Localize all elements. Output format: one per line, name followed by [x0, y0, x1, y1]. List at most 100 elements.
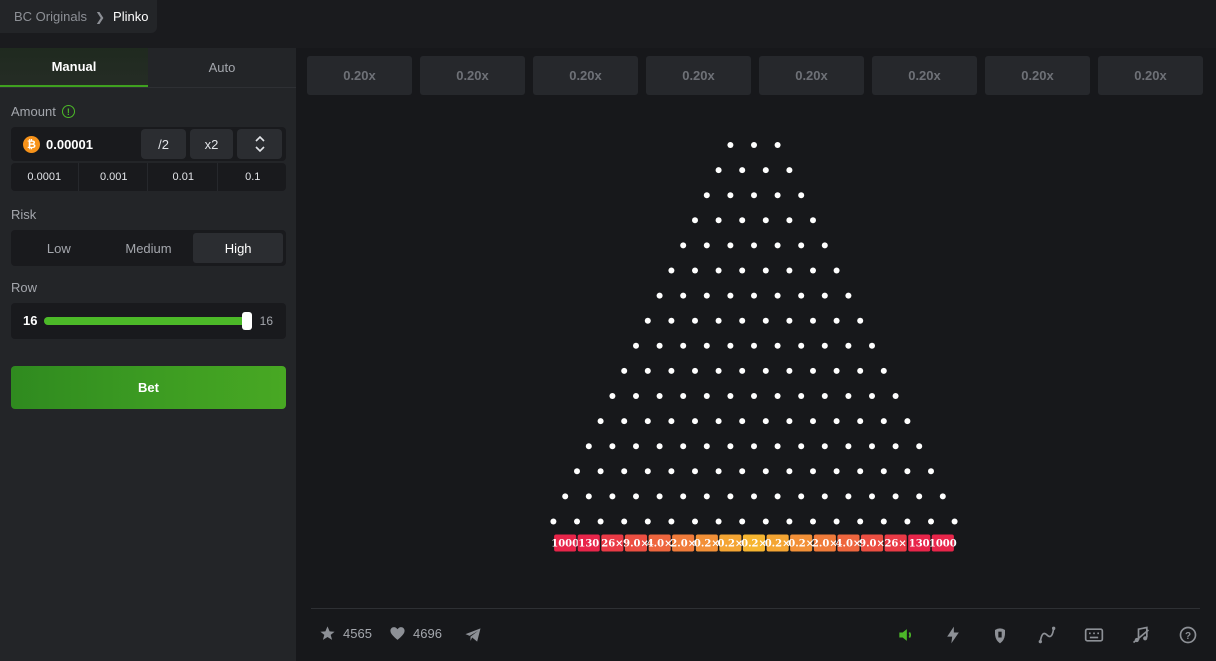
peg: [798, 192, 805, 199]
peg: [798, 342, 805, 349]
peg: [656, 342, 663, 349]
peg: [869, 443, 875, 450]
peg: [727, 242, 734, 249]
peg: [739, 468, 746, 475]
peg: [703, 192, 710, 199]
multiplier-bucket: 2.0×: [812, 534, 838, 552]
shield-fairness-icon[interactable]: [990, 625, 1010, 645]
peg: [739, 518, 746, 525]
bet-button[interactable]: Bet: [11, 366, 286, 409]
chevron-up-down-icon: [254, 135, 265, 153]
peg: [951, 518, 958, 525]
peg: [751, 493, 757, 500]
peg: [762, 468, 769, 475]
peg: [786, 418, 793, 425]
risk-high[interactable]: High: [193, 233, 284, 263]
help-icon[interactable]: ?: [1178, 625, 1198, 645]
peg: [692, 267, 698, 274]
peg: [703, 292, 710, 299]
multiplier-bucket: 4.0×: [836, 534, 861, 552]
preset-chip[interactable]: 0.01: [150, 163, 218, 191]
bitcoin-icon: ₿: [23, 136, 40, 153]
peg: [833, 468, 840, 475]
history-result: 0.20x: [759, 56, 864, 95]
amount-input[interactable]: ₿ 0.00001 /2 x2: [11, 127, 286, 161]
row-slider-fill: [44, 317, 252, 325]
keyboard-icon[interactable]: [1084, 625, 1104, 645]
peg: [668, 317, 675, 324]
peg: [633, 393, 639, 399]
bucket-multiplier: 0.2×: [741, 539, 767, 550]
trend-chart-icon[interactable]: [1037, 625, 1057, 645]
music-off-icon[interactable]: [1131, 625, 1151, 645]
peg: [680, 493, 687, 500]
bucket-multiplier: 26×: [601, 539, 623, 550]
peg: [680, 342, 687, 349]
peg: [869, 393, 875, 399]
peg: [703, 242, 710, 249]
peg: [786, 367, 793, 374]
tab-auto[interactable]: Auto: [148, 48, 296, 87]
bucket-multiplier: 130: [909, 539, 930, 550]
multiplier-bucket: 2.0×: [670, 534, 696, 552]
double-button[interactable]: x2: [190, 129, 233, 159]
peg: [833, 267, 840, 274]
peg: [692, 418, 698, 425]
peg: [810, 317, 816, 324]
row-slider-handle[interactable]: [242, 312, 252, 330]
peg: [574, 468, 580, 475]
peg: [845, 443, 852, 450]
amount-label-row: Amount !: [11, 104, 75, 119]
amount-value[interactable]: 0.00001: [46, 137, 93, 152]
peg: [904, 518, 911, 525]
peg: [585, 443, 592, 450]
peg: [739, 418, 746, 425]
bucket-multiplier: 0.2×: [694, 539, 720, 550]
peg: [810, 418, 816, 425]
peg: [739, 367, 746, 374]
adjust-range-button[interactable]: [237, 129, 282, 159]
lightning-icon[interactable]: [943, 625, 963, 645]
history-result: 0.20x: [1098, 56, 1203, 95]
preset-chip[interactable]: 0.0001: [11, 163, 79, 191]
likes-stat[interactable]: 4696: [389, 625, 442, 642]
peg: [774, 393, 781, 399]
bucket-multiplier: 2.0×: [812, 539, 838, 550]
info-icon[interactable]: !: [61, 105, 75, 118]
bet-panel: Manual Auto Amount ! ₿ 0.00001 /2 x2 0.0…: [0, 48, 296, 661]
chevron-right-icon: ❯: [94, 9, 106, 24]
preset-chip[interactable]: 0.1: [220, 163, 287, 191]
favorites-stat[interactable]: 4565: [319, 625, 372, 642]
peg: [692, 317, 698, 324]
row-slider-track[interactable]: [44, 312, 252, 330]
peg: [644, 468, 651, 475]
peg: [739, 267, 746, 274]
peg: [892, 443, 899, 450]
peg: [739, 217, 746, 224]
breadcrumb-parent[interactable]: BC Originals: [14, 9, 87, 24]
peg: [703, 443, 710, 450]
peg: [880, 468, 887, 475]
peg: [821, 443, 828, 450]
tab-manual[interactable]: Manual: [0, 48, 148, 87]
peg: [680, 393, 687, 399]
breadcrumb-current: Plinko: [113, 9, 149, 24]
peg: [845, 493, 852, 500]
risk-low[interactable]: Low: [14, 233, 104, 263]
peg: [821, 242, 828, 249]
peg: [928, 468, 934, 475]
peg: [845, 342, 852, 349]
peg: [715, 418, 722, 425]
peg: [644, 367, 651, 374]
preset-chip[interactable]: 0.001: [81, 163, 148, 191]
telegram-share-icon[interactable]: [463, 625, 483, 645]
peg: [727, 493, 734, 500]
amount-presets: 0.0001 0.001 0.01 0.1: [11, 163, 286, 191]
half-button[interactable]: /2: [141, 129, 186, 159]
risk-medium[interactable]: Medium: [104, 233, 194, 263]
peg: [668, 518, 675, 525]
risk-label: Risk: [11, 207, 37, 222]
peg: [680, 242, 687, 249]
peg: [668, 267, 675, 274]
sound-icon[interactable]: [896, 625, 916, 645]
